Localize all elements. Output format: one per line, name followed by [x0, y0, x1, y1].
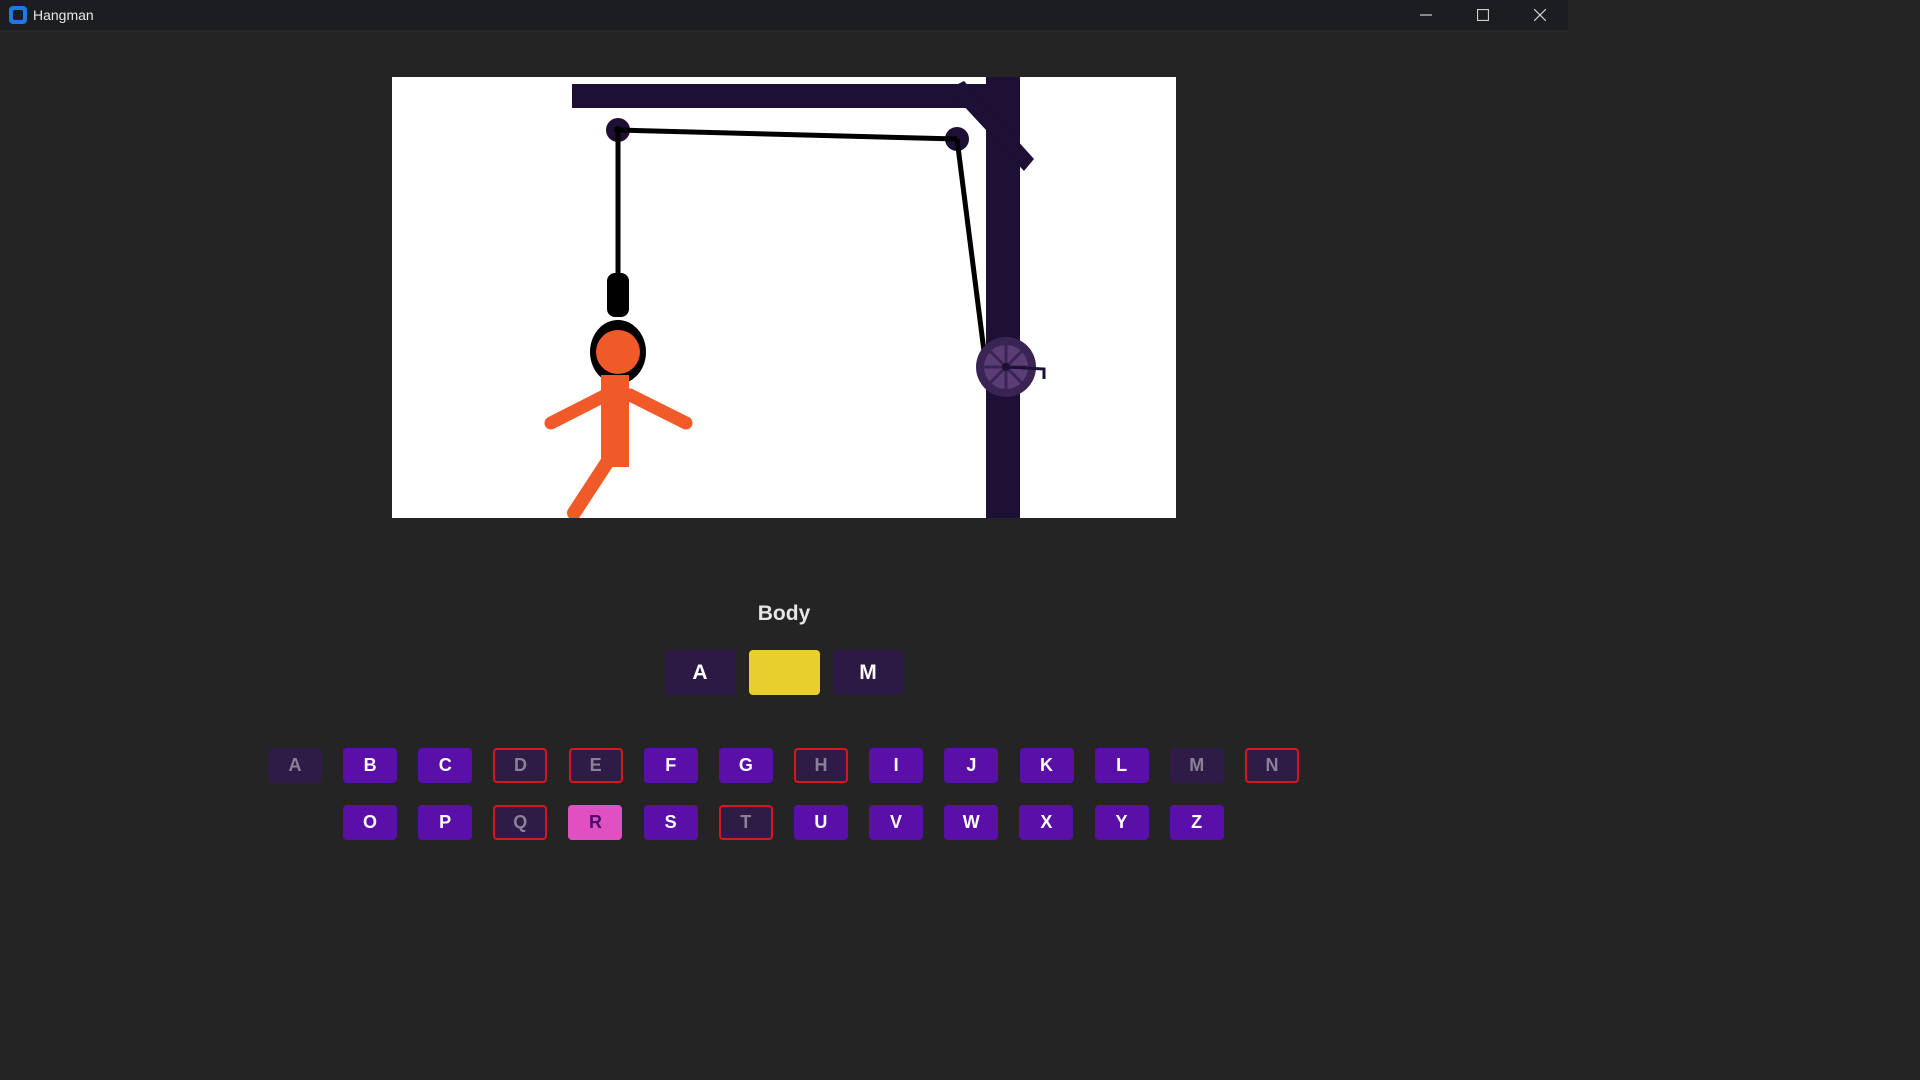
- figure-right-arm: [623, 388, 693, 430]
- key-g[interactable]: G: [718, 748, 773, 783]
- key-f[interactable]: F: [643, 748, 698, 783]
- figure-head: [596, 330, 640, 374]
- maximize-icon: [1476, 9, 1489, 21]
- title-bar: Hangman: [0, 0, 1568, 30]
- key-t: T: [718, 805, 773, 840]
- close-button[interactable]: [1511, 0, 1568, 30]
- window-title: Hangman: [33, 7, 94, 23]
- noose-knot: [607, 273, 629, 317]
- category-label: Body: [757, 602, 811, 625]
- gallows-illustration: [544, 77, 1046, 518]
- key-w[interactable]: W: [944, 805, 999, 840]
- key-l[interactable]: L: [1094, 748, 1149, 783]
- key-z[interactable]: Z: [1169, 805, 1224, 840]
- close-icon: [1533, 9, 1546, 21]
- key-k[interactable]: K: [1019, 748, 1074, 783]
- key-h: H: [794, 748, 849, 783]
- key-u[interactable]: U: [793, 805, 848, 840]
- key-y[interactable]: Y: [1094, 805, 1149, 840]
- key-n: N: [1244, 748, 1299, 783]
- key-m: M: [1169, 748, 1224, 783]
- key-p[interactable]: P: [418, 805, 473, 840]
- maximize-button[interactable]: [1454, 0, 1511, 30]
- rope-right: [954, 138, 989, 368]
- figure-leg: [567, 454, 615, 518]
- word-slots: AM: [0, 650, 1568, 695]
- key-s[interactable]: S: [643, 805, 698, 840]
- key-j[interactable]: J: [944, 748, 999, 783]
- key-d: D: [493, 748, 548, 783]
- key-e: E: [568, 748, 623, 783]
- minimize-button[interactable]: [1397, 0, 1454, 30]
- word-slot: A: [664, 650, 736, 695]
- key-o[interactable]: O: [343, 805, 397, 840]
- key-v[interactable]: V: [869, 805, 924, 840]
- key-b[interactable]: B: [343, 748, 398, 783]
- minimize-icon: [1419, 14, 1432, 16]
- word-slot-blank: [748, 650, 820, 695]
- key-r[interactable]: R: [568, 805, 623, 840]
- hangman-scene: [392, 77, 1176, 518]
- key-x[interactable]: X: [1019, 805, 1074, 840]
- figure-left-arm: [544, 388, 613, 430]
- window-controls: [1397, 0, 1568, 30]
- key-i[interactable]: I: [869, 748, 924, 783]
- word-slot: M: [832, 650, 904, 695]
- key-a: A: [268, 748, 322, 783]
- rope-top: [617, 127, 958, 142]
- key-c[interactable]: C: [418, 748, 473, 783]
- key-q: Q: [493, 805, 548, 840]
- app-icon: [9, 6, 27, 24]
